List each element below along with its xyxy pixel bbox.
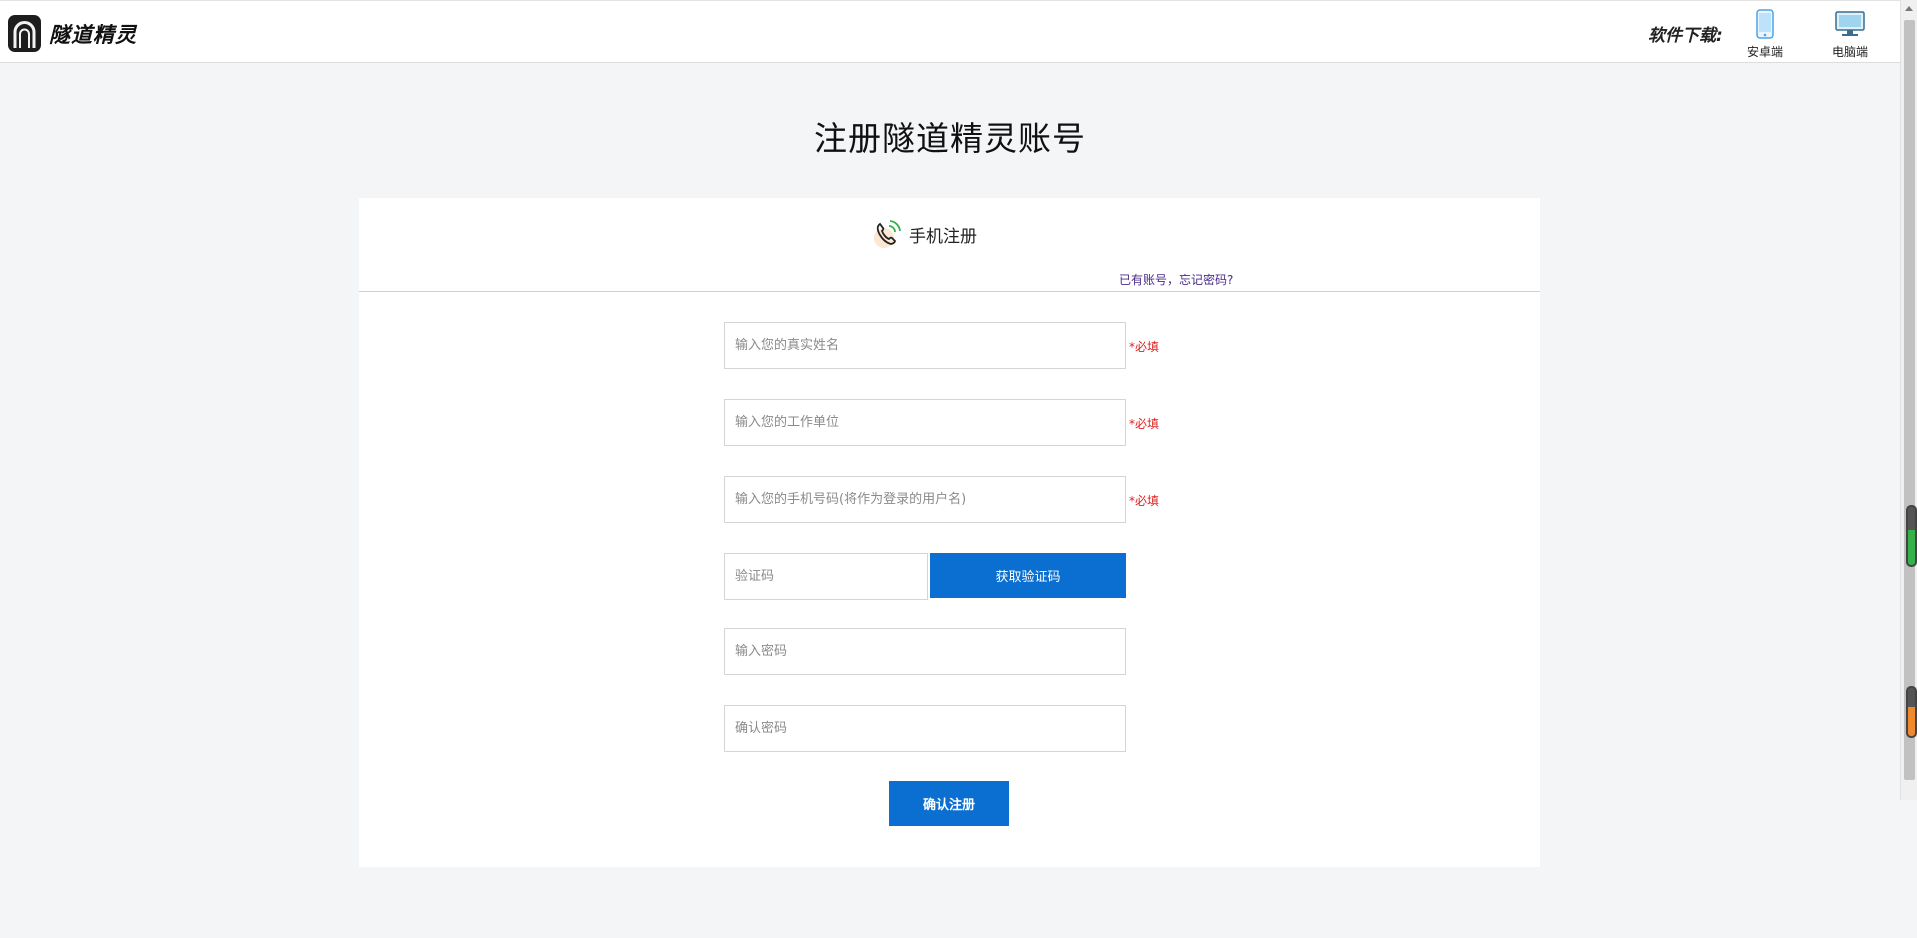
phone-input[interactable] — [724, 476, 1126, 523]
download-label: 软件下载: — [1648, 26, 1723, 46]
password-input[interactable] — [724, 628, 1126, 675]
get-code-button[interactable]: 获取验证码 — [930, 553, 1126, 598]
register-tabs: 手机注册 已有账号，忘记密码? — [359, 198, 1540, 292]
download-pc-label: 电脑端 — [1831, 45, 1868, 59]
real-name-input[interactable] — [724, 322, 1126, 369]
register-card: 手机注册 已有账号，忘记密码? *必填 *必填 *必填 获取验证码 确认注册 — [359, 198, 1540, 867]
scroll-thumb[interactable] — [1904, 20, 1915, 780]
login-forgot-link[interactable]: 已有账号，忘记密码? — [1119, 271, 1233, 288]
required-mark-company: *必填 — [1129, 417, 1160, 431]
mobile-phone-icon — [1735, 7, 1795, 41]
download-android-link[interactable]: 安卓端 — [1735, 7, 1795, 60]
tab-phone-register[interactable]: 手机注册 — [873, 218, 977, 250]
download-android-label: 安卓端 — [1746, 45, 1783, 59]
tab-phone-label: 手机注册 — [909, 226, 977, 247]
required-mark-phone: *必填 — [1129, 494, 1160, 508]
header: 隧道精灵 软件下载: 安卓端 电脑端 — [0, 0, 1900, 63]
side-widget-green[interactable] — [1906, 505, 1917, 567]
vertical-scrollbar[interactable] — [1900, 0, 1917, 800]
tunnel-logo-icon[interactable] — [8, 15, 41, 52]
company-input[interactable] — [724, 399, 1126, 446]
page: 隧道精灵 软件下载: 安卓端 电脑端 注册隧道精灵账号 手机注册 已有账号，忘记… — [0, 0, 1917, 938]
confirm-password-input[interactable] — [724, 705, 1126, 752]
confirm-register-button[interactable]: 确认注册 — [889, 781, 1009, 826]
side-widget-orange[interactable] — [1906, 686, 1917, 738]
scroll-up-arrow-icon[interactable] — [1905, 6, 1913, 11]
verification-code-input[interactable] — [724, 553, 928, 600]
page-title: 注册隧道精灵账号 — [814, 119, 1086, 158]
logo-text[interactable]: 隧道精灵 — [49, 19, 137, 49]
phone-call-icon — [873, 218, 903, 250]
download-pc-link[interactable]: 电脑端 — [1820, 7, 1880, 60]
required-mark-name: *必填 — [1129, 340, 1160, 354]
desktop-computer-icon — [1820, 7, 1880, 41]
